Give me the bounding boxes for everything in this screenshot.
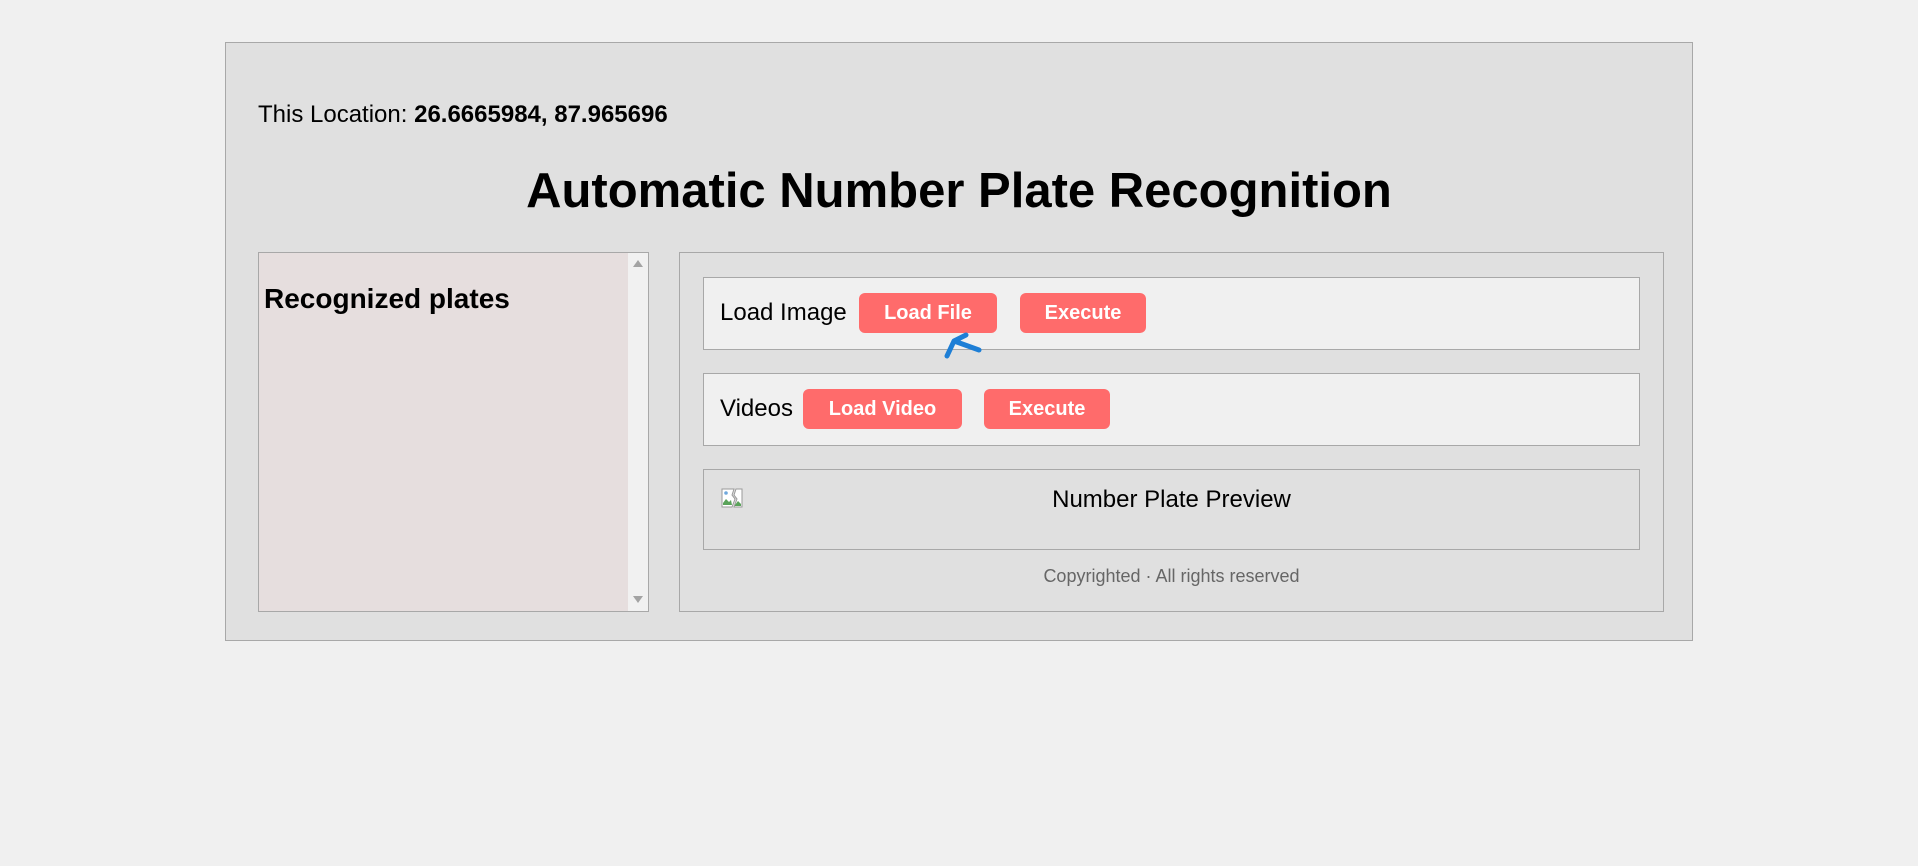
preview-alt-text: Number Plate Preview <box>1052 486 1291 513</box>
location-label: This Location: <box>258 101 408 128</box>
videos-row: Videos Load Video Execute <box>703 373 1640 446</box>
plates-scrollbar[interactable] <box>628 253 648 611</box>
location-coordinates: 26.6665984, 87.965696 <box>414 101 668 128</box>
videos-label: Videos <box>720 395 793 422</box>
recognized-plates-panel[interactable]: Recognized plates <box>258 252 649 612</box>
location-line: This Location: 26.6665984, 87.965696 <box>258 101 668 129</box>
scroll-down-arrow-icon[interactable] <box>633 596 643 603</box>
load-video-button[interactable]: Load Video <box>803 389 962 429</box>
load-file-button[interactable]: Load File <box>859 293 997 333</box>
number-plate-preview: Number Plate Preview <box>703 469 1640 550</box>
recognized-plates-heading: Recognized plates <box>264 283 510 314</box>
load-image-label: Load Image <box>720 299 847 326</box>
load-image-row: Load Image Load File Execute <box>703 277 1640 350</box>
copyright-footer: Copyrighted · All rights reserved <box>1043 566 1300 586</box>
execute-video-button[interactable]: Execute <box>984 389 1110 429</box>
page-title: Automatic Number Plate Recognition <box>526 164 1392 218</box>
execute-image-button[interactable]: Execute <box>1020 293 1146 333</box>
scroll-up-arrow-icon[interactable] <box>633 260 643 267</box>
cursor-icon <box>944 332 982 359</box>
controls-panel: Load Image Load File Execute Videos Load… <box>679 252 1664 612</box>
